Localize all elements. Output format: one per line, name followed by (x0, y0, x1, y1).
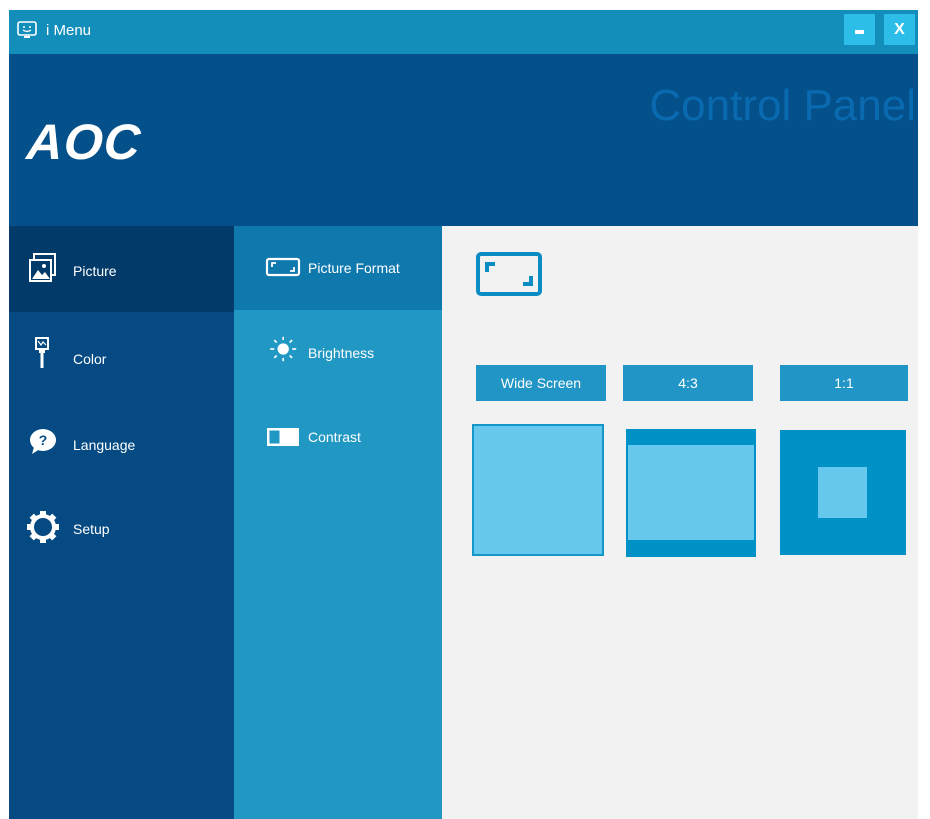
title-bar: i Menu X (9, 10, 918, 54)
minimize-button[interactable] (844, 14, 875, 45)
aspect-4-3-image-area (628, 445, 754, 540)
svg-text:?: ? (39, 432, 48, 448)
wide-screen-preview[interactable] (472, 424, 604, 556)
sidebar-item-label: Color (73, 351, 107, 367)
main-sidebar: Picture Color ? Language Setup (9, 226, 234, 819)
picture-format-icon (476, 252, 542, 296)
language-bubble-icon: ? (30, 429, 56, 454)
app-title: i Menu (46, 22, 92, 39)
sub-item-contrast[interactable]: Contrast (234, 394, 442, 478)
sub-item-label: Contrast (308, 429, 361, 445)
aspect-1-1-image-area (818, 467, 867, 518)
header: AOC Control Panel (9, 54, 918, 226)
color-brush-icon (35, 337, 49, 368)
aoc-logo: AOC (25, 114, 144, 170)
sub-item-picture-format[interactable]: Picture Format (234, 226, 442, 310)
sub-item-brightness[interactable]: Brightness (234, 310, 442, 394)
aspect-4-3-preview[interactable] (626, 429, 756, 557)
aspect-4-3-button[interactable]: 4:3 (623, 365, 753, 401)
sidebar-item-label: Picture (73, 263, 117, 279)
gear-icon (27, 511, 59, 543)
minimize-icon (855, 30, 864, 34)
aspect-1-1-button[interactable]: 1:1 (780, 365, 908, 401)
picture-format-panel: Wide Screen 4:3 1:1 (442, 226, 918, 819)
sidebar-item-color[interactable]: Color (9, 312, 234, 398)
sub-item-label: Picture Format (308, 260, 400, 276)
close-button[interactable]: X (884, 14, 915, 45)
imenu-window: i Menu X AOC Control Panel Picture Color… (9, 10, 918, 819)
smiley-monitor-icon (17, 21, 37, 38)
picture-icon (29, 253, 56, 282)
sidebar-item-label: Setup (73, 521, 110, 537)
sidebar-item-setup[interactable]: Setup (9, 484, 234, 570)
sidebar-item-label: Language (73, 437, 136, 453)
contrast-icon (267, 428, 299, 446)
page-title: Control Panel (649, 81, 916, 130)
sidebar-item-language[interactable]: ? Language (9, 398, 234, 484)
aspect-1-1-preview[interactable] (780, 430, 906, 555)
sub-item-label: Brightness (308, 345, 375, 361)
wide-screen-button[interactable]: Wide Screen (476, 365, 606, 401)
sidebar-item-picture[interactable]: Picture (9, 226, 234, 312)
picture-format-icon (265, 257, 301, 277)
sub-sidebar: Picture Format Brightness Contrast (234, 226, 442, 819)
sun-icon (270, 336, 297, 362)
